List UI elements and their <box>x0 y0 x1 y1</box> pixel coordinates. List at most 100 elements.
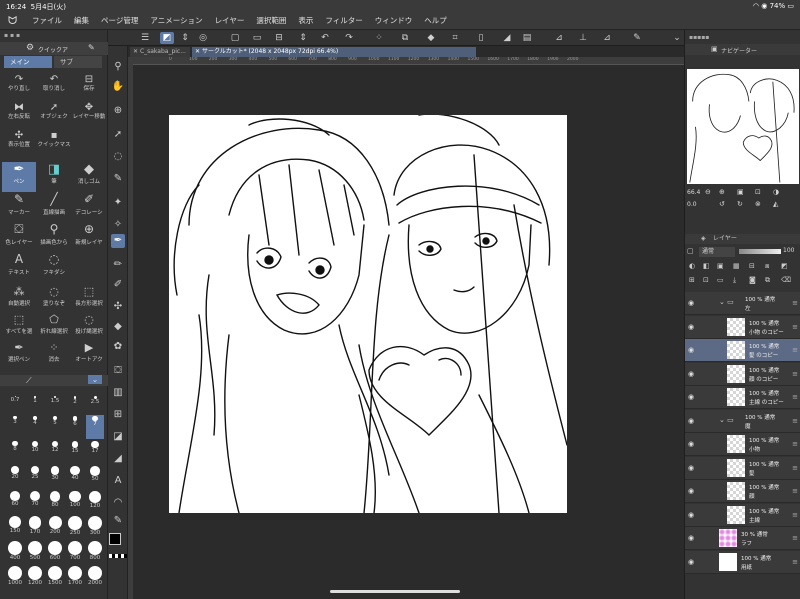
tab-file-2[interactable]: ✕ サークルカット* (2048 x 2048px 72dpi 66.4%) <box>192 47 476 57</box>
brush-size-option[interactable]: 1200 <box>26 565 44 589</box>
menu-filter[interactable]: フィルター <box>325 15 362 26</box>
gradient-tool-icon[interactable]: ▥ <box>111 386 125 400</box>
brush-size-option[interactable]: 3 <box>6 415 24 439</box>
fill-icon[interactable]: ◆ <box>424 32 438 44</box>
close-icon[interactable]: ✕ <box>195 48 202 55</box>
balloon-button[interactable]: ◌ フキダシ <box>37 253 71 282</box>
text-tool-icon[interactable]: A <box>111 474 125 488</box>
redo-icon[interactable]: ↷ <box>342 32 356 44</box>
brush-size-option[interactable]: 30 <box>46 465 64 489</box>
clip-icon[interactable]: ◎ <box>196 32 210 44</box>
canvas-area[interactable] <box>133 65 684 599</box>
brush-size-option[interactable]: 70 <box>26 490 44 514</box>
transparent-color[interactable] <box>109 554 127 558</box>
brush-size-option[interactable]: 1500 <box>46 565 64 589</box>
brush-size-option[interactable]: 2 <box>66 390 84 414</box>
layer-color-icon[interactable]: ▢ <box>687 247 694 255</box>
eye-icon[interactable]: ◉ <box>688 323 694 331</box>
brush-size-option[interactable]: 20 <box>6 465 24 489</box>
new-file-icon[interactable]: ▢ <box>228 32 242 44</box>
edit-icon[interactable]: ✎ <box>630 32 644 44</box>
brush-size-option[interactable]: 7 <box>86 415 104 439</box>
auto-action-button[interactable]: ▶ オートアク <box>72 342 106 368</box>
chevron-updown-icon[interactable]: ⇕ <box>178 32 192 44</box>
layer-row[interactable]: ◉ 100 % 通常 用紙 ≡ <box>685 550 800 574</box>
layer-row[interactable]: ◉ 100 % 通常顔 ≡ <box>685 480 800 503</box>
brush-size-option[interactable]: 150 <box>6 515 24 539</box>
ruler-snap-icon[interactable]: ⊥ <box>576 32 590 44</box>
trash-icon[interactable]: ⌫ <box>781 276 791 284</box>
magic-wand-icon[interactable]: ✦ <box>111 196 125 210</box>
drag-handle-icon[interactable]: ≡ <box>792 393 798 401</box>
drag-handle-icon[interactable]: ≡ <box>792 440 798 448</box>
drag-handle-icon[interactable]: ≡ <box>792 346 798 354</box>
menu-window[interactable]: ウィンドウ <box>375 15 413 26</box>
undo-button[interactable]: ↶ 取り消し <box>37 74 71 94</box>
brush-size-option[interactable]: 25 <box>26 465 44 489</box>
brush-size-option[interactable]: 6 <box>66 415 84 439</box>
layer-mask-icon[interactable]: ◙ <box>749 276 756 284</box>
redo-button[interactable]: ↷ やり直し <box>2 74 36 94</box>
color-layer-button[interactable]: ⛋ 色レイヤー <box>2 223 36 252</box>
pencil-icon[interactable]: ✎ <box>88 43 95 52</box>
brush-size-option[interactable]: 0.7 <box>6 390 24 414</box>
brush-size-option[interactable]: 8 <box>6 440 24 464</box>
drag-handle-icon[interactable]: ≡ <box>792 323 798 331</box>
tab-file-1[interactable]: ✕ C_sakaba_pic... <box>130 47 190 57</box>
view-position-button[interactable]: ✣ 表示位置 <box>2 130 36 150</box>
opacity-value[interactable]: 100 <box>783 247 794 254</box>
eye-icon[interactable]: ◉ <box>688 393 694 401</box>
brush-size-option[interactable]: 12 <box>46 440 64 464</box>
eye-icon[interactable]: ◉ <box>688 511 694 519</box>
brush-size-option[interactable]: 1700 <box>66 565 84 589</box>
layer-row[interactable]: ◉ 30 % 通常 ラフ ≡ <box>685 527 800 550</box>
tab-sub[interactable]: サブ <box>54 56 102 68</box>
chevron-down-icon[interactable]: ⌄ <box>670 32 684 44</box>
layer-row[interactable]: ◉ ⌄ ▭ 100 % 通常魔 ≡ <box>685 409 800 433</box>
menu-layer[interactable]: レイヤー <box>215 15 245 26</box>
eye-icon[interactable]: ◉ <box>688 370 694 378</box>
hatch-icon[interactable]: ▤ <box>520 32 534 44</box>
quick-access-icon[interactable]: ◩ <box>160 32 174 44</box>
lasso-icon[interactable]: ◌ <box>111 150 125 164</box>
line-draw-button[interactable]: ╱ 直線描画 <box>37 193 71 222</box>
flip-view-icon[interactable]: ◑ <box>773 188 779 196</box>
transform-icon[interactable]: ⧉ <box>398 32 412 44</box>
from-draw-color-button[interactable]: ⚲ 描画色から <box>37 223 71 252</box>
menu-file[interactable]: ファイル <box>32 15 62 26</box>
mask-icon[interactable]: ⧈ <box>765 262 769 271</box>
tone-icon[interactable]: ▯ <box>474 32 488 44</box>
crop-icon[interactable]: ⌗ <box>448 32 462 44</box>
rotate-icon[interactable]: ⊕ <box>111 104 125 118</box>
menu-view[interactable]: 表示 <box>298 15 313 26</box>
folder-icon[interactable]: ⌄ ▭ <box>719 416 734 424</box>
brush-size-option[interactable]: 600 <box>46 540 64 564</box>
brush-size-option[interactable]: 800 <box>86 540 104 564</box>
brush-size-option[interactable]: 15 <box>66 440 84 464</box>
folder-icon[interactable]: ⌄ ▭ <box>719 298 734 306</box>
menu-page[interactable]: ページ管理 <box>101 15 138 26</box>
select-pen-button[interactable]: ✒ 選択ペン <box>2 342 36 368</box>
eye-icon[interactable]: ◉ <box>688 417 694 425</box>
object-button[interactable]: ➚ オブジェク <box>37 102 71 122</box>
eye-icon[interactable]: ◉ <box>688 346 694 354</box>
navigator-thumbnail[interactable] <box>687 69 799 184</box>
flip-horizontal-button[interactable]: ⧓ 左右反転 <box>2 102 36 122</box>
draft-layer-icon[interactable]: ◧ <box>703 262 710 270</box>
quick-mask-button[interactable]: ▪ クイックマス <box>37 130 71 150</box>
brush-size-option[interactable]: 100 <box>66 490 84 514</box>
brush-size-option[interactable]: 1000 <box>6 565 24 589</box>
drag-handle-icon[interactable]: ≡ <box>792 370 798 378</box>
drag-handle-icon[interactable]: ≡ <box>792 511 798 519</box>
brush-button[interactable]: ◨ 筆 <box>37 162 71 192</box>
eye-icon[interactable]: ◉ <box>688 558 694 566</box>
brush-size-option[interactable]: 2000 <box>86 565 104 589</box>
drag-handle-icon[interactable]: ≡ <box>792 299 798 307</box>
clip-icon[interactable]: ⊟ <box>749 262 755 270</box>
blend-mode-select[interactable]: 通常 <box>699 247 735 257</box>
brush-size-option[interactable]: 1.5 <box>46 390 64 414</box>
layer-row[interactable]: ◉ 100 % 通常髪 ≡ <box>685 456 800 480</box>
undo-icon[interactable]: ↶ <box>318 32 332 44</box>
lasso-select-button[interactable]: ◌ 投げ縄選択 <box>72 314 106 340</box>
save-button[interactable]: ⊟ 保存 <box>72 74 106 94</box>
